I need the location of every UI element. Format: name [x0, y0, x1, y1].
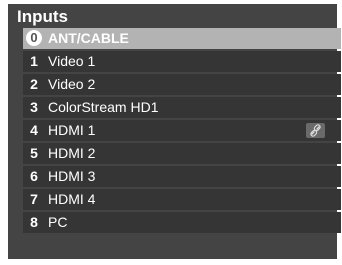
input-number: 4: [30, 122, 38, 138]
input-label: HDMI 1: [48, 122, 96, 138]
input-label: HDMI 3: [48, 168, 96, 184]
input-item-hdmi-3[interactable]: 6 HDMI 3: [23, 166, 341, 187]
input-item-hdmi-4[interactable]: 7 HDMI 4: [23, 189, 341, 210]
input-label: Video 2: [48, 76, 96, 92]
input-number: 1: [30, 53, 38, 69]
input-number: 0: [26, 30, 42, 46]
inputs-list: 0 ANT/CABLE 1 Video 1 2 Video 2 3 ColorS…: [23, 28, 341, 233]
input-item-video-1[interactable]: 1 Video 1: [23, 51, 341, 72]
input-item-colorstream-hd1[interactable]: 3 ColorStream HD1: [23, 97, 341, 118]
input-label: PC: [48, 214, 68, 230]
input-label: Video 1: [48, 53, 96, 69]
input-label: ColorStream HD1: [48, 99, 159, 115]
input-number: 5: [30, 145, 38, 161]
input-number: 8: [30, 214, 38, 230]
input-number: 3: [30, 99, 38, 115]
menu-title: Inputs: [17, 7, 68, 26]
input-item-hdmi-2[interactable]: 5 HDMI 2: [23, 143, 341, 164]
input-item-video-2[interactable]: 2 Video 2: [23, 74, 341, 95]
input-label: HDMI 4: [48, 191, 96, 207]
link-icon: [306, 123, 325, 138]
input-number: 7: [30, 191, 38, 207]
input-item-ant-cable[interactable]: 0 ANT/CABLE: [23, 28, 341, 49]
input-number: 6: [30, 168, 38, 184]
inputs-menu-panel: Inputs 0 ANT/CABLE 1 Video 1 2 Video 2 3…: [8, 4, 341, 259]
input-item-hdmi-1[interactable]: 4 HDMI 1: [23, 120, 341, 141]
input-label: HDMI 2: [48, 145, 96, 161]
input-item-pc[interactable]: 8 PC: [23, 212, 341, 233]
input-label: ANT/CABLE: [48, 30, 129, 46]
input-number: 2: [30, 76, 38, 92]
